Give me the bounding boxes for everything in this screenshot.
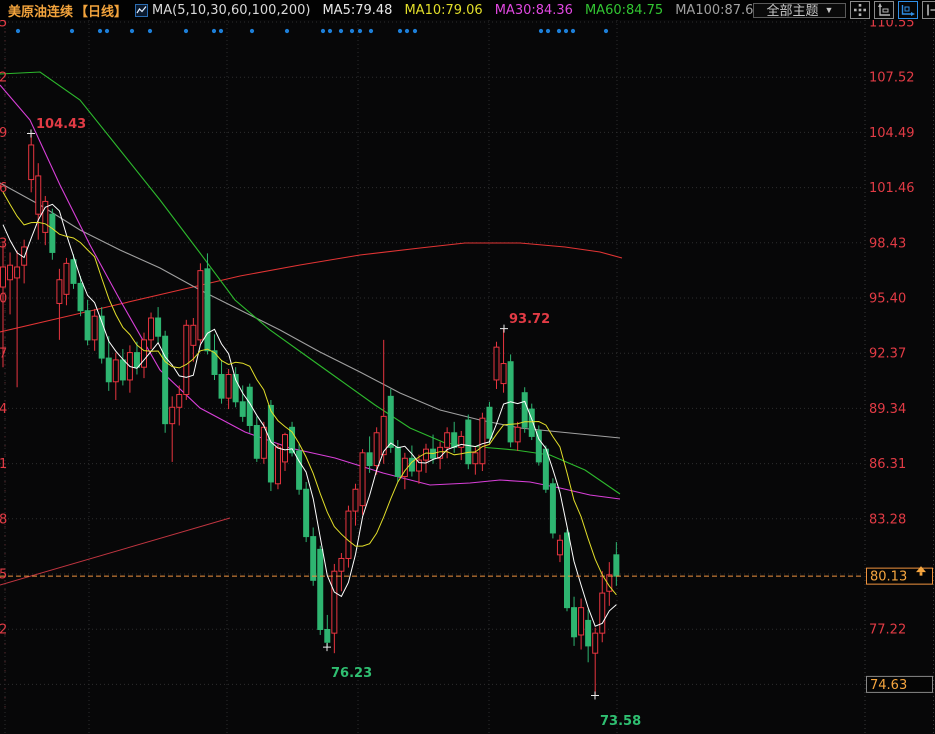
price-marker-cross [323,643,331,651]
svg-text:74.63: 74.63 [870,678,907,693]
axis-price-label: 77.22 [869,623,906,638]
axis-left-clipped-digit: 6 [0,181,7,196]
axis-price-label: 107.52 [869,71,915,86]
ma5-value: MA5:79.48 [322,3,392,18]
price-marker-cross [591,691,599,699]
kline-chart-area[interactable]: 104.43 93.72 76.23 73.58 110.55 5 107.52 2 104.4… [0,20,935,734]
axis-left-clipped-digit: 5 [0,20,7,31]
axis-left-clipped-digit: 7 [0,347,7,362]
ma60-value: MA60:84.75 [585,3,663,18]
axis-price-label: 83.28 [869,512,906,527]
price-marker-cross [27,129,35,137]
axis-price-label: 104.49 [869,126,915,141]
axis-price-label: 98.43 [869,236,906,251]
price-marker-label: 93.72 [509,312,550,327]
chart-toolbar: 美原油连续 【日线】 MA(5,10,30,60,100,200) MA5:79… [0,0,935,20]
axis-left-clipped-digit: 3 [0,236,7,251]
scale-axis-right-icon[interactable] [898,1,918,19]
axis-left-clipped-digit: 8 [0,512,7,527]
axis-price-label: 86.31 [869,457,906,472]
axis-price-label: 92.37 [869,347,906,362]
price-marker-label: 73.58 [600,714,641,729]
axis-price-label: 101.46 [869,181,915,196]
axis-left-clipped-digit: 5 [0,568,7,583]
axis-left-clipped-digit: 2 [0,623,7,638]
period-label: 【日线】 [75,1,127,20]
chevron-down-icon: ▼ [824,3,833,18]
pane-shift-icon[interactable] [922,1,935,19]
axis-left-clipped-digit: 9 [0,126,7,141]
ma30-value: MA30:84.36 [495,3,573,18]
ma30-line [0,85,620,499]
themes-dropdown[interactable]: 全部主题 ▼ [753,3,846,18]
price-marker-label: 76.23 [331,666,372,681]
kline-mini-icon [135,4,148,17]
axis-price-label: 110.55 [869,20,915,31]
ma100-value: MA100:87.6 [675,3,753,18]
ma10-value: MA10:79.06 [404,3,482,18]
candlestick-canvas[interactable]: 104.43 93.72 76.23 73.58 110.55 5 107.52 2 104.4… [0,20,935,734]
ma60-line [0,72,620,494]
axis-left-clipped-digit: 1 [0,457,7,472]
themes-dropdown-label: 全部主题 [766,3,818,18]
price-marker-cross [500,325,508,333]
move-icon[interactable] [850,1,870,19]
axis-left-clipped-digit: 4 [0,402,7,417]
axis-left-clipped-digit: 0 [0,292,7,307]
axis-left-clipped-digit: 2 [0,71,7,86]
axis-price-label: 95.40 [869,292,906,307]
scale-axis-up-icon[interactable] [874,1,894,19]
ma-formula: MA(5,10,30,60,100,200) [152,3,310,18]
axis-price-label: 89.34 [869,402,906,417]
instrument-title: 美原油连续 [8,1,73,20]
svg-text:80.13: 80.13 [870,570,907,585]
price-marker-label: 104.43 [36,117,86,132]
